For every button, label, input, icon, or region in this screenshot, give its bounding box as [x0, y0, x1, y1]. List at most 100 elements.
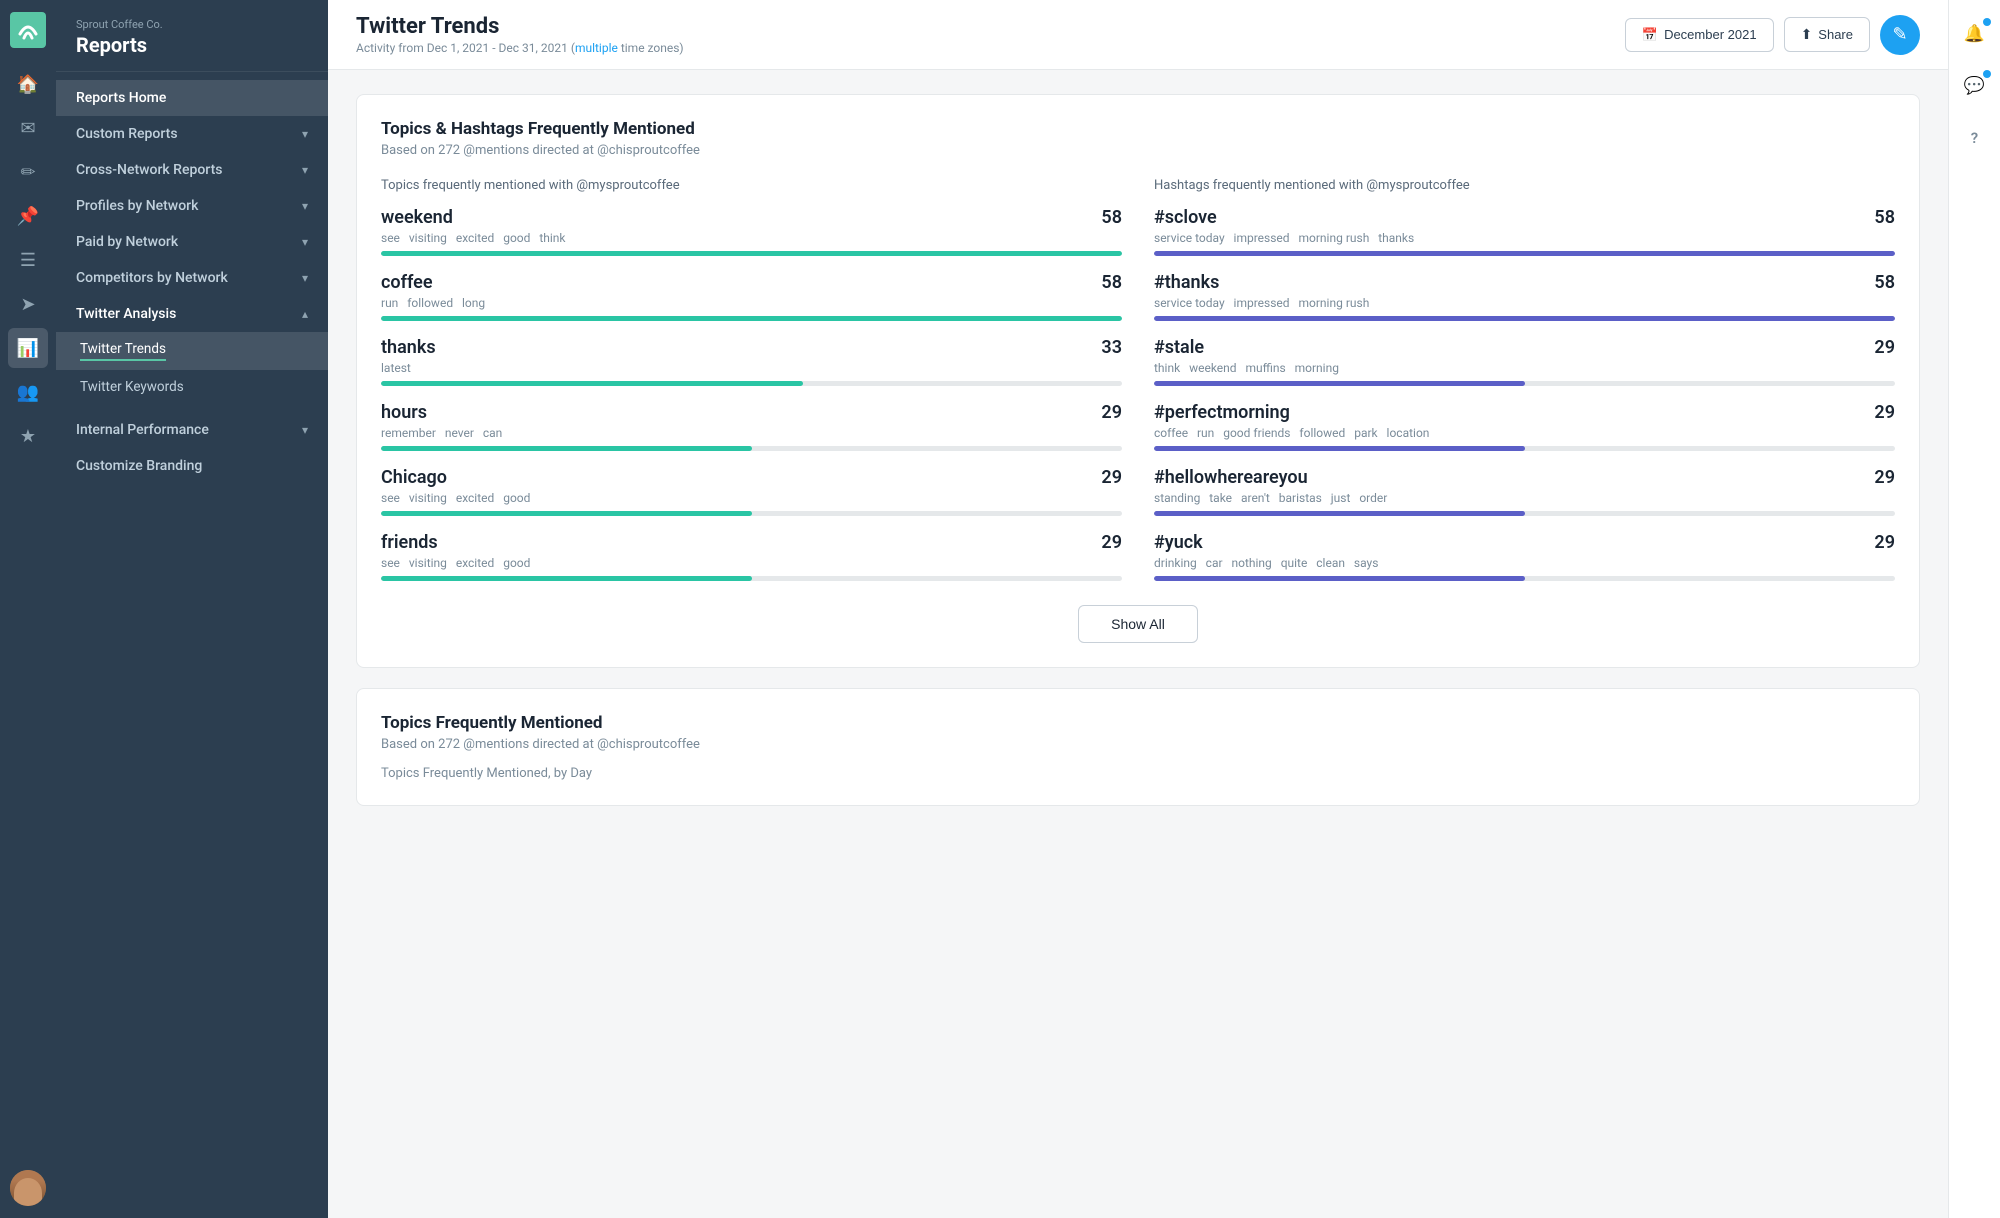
- sidebar-item-profiles-by-network-label: Profiles by Network: [76, 198, 198, 214]
- hashtag-tags: coffee run good friends followed park lo…: [1154, 426, 1895, 440]
- hashtag-tags: drinking car nothing quite clean says: [1154, 556, 1895, 570]
- icon-bar: 🏠 ✉ ✏ 📌 ☰ ➤ 📊 👥 ★: [0, 0, 56, 1218]
- hashtag-progress-fill: [1154, 576, 1525, 581]
- help-symbol: ?: [1971, 129, 1978, 147]
- topic-row: Chicago 29 see visiting excited good: [381, 467, 1122, 516]
- hashtag-name: #yuck: [1154, 532, 1203, 553]
- topic-progress-bar: [381, 511, 1122, 516]
- hashtag-progress-fill: [1154, 381, 1525, 386]
- topic-progress-fill: [381, 316, 1122, 321]
- hashtag-row: #hellowhereareyou 29 standing take aren'…: [1154, 467, 1895, 516]
- hashtag-name: #perfectmorning: [1154, 402, 1290, 423]
- sidebar-item-twitter-trends[interactable]: Twitter Trends: [56, 332, 328, 370]
- card1-title: Topics & Hashtags Frequently Mentioned: [381, 119, 1895, 139]
- messages-icon[interactable]: 💬: [1957, 68, 1993, 104]
- hashtag-row: #yuck 29 drinking car nothing quite clea…: [1154, 532, 1895, 581]
- chevron-icon: ▾: [302, 199, 308, 213]
- topic-count: 29: [1101, 467, 1122, 488]
- hashtag-progress-bar: [1154, 511, 1895, 516]
- top-bar-right: 📅 December 2021 ⬆ Share ✎: [1625, 15, 1920, 55]
- hashtag-name: #hellowhereareyou: [1154, 467, 1308, 488]
- chevron-icon: ▴: [302, 307, 308, 321]
- hashtag-progress-fill: [1154, 316, 1895, 321]
- topic-name: coffee: [381, 272, 433, 293]
- hashtag-row: #stale 29 think weekend muffins morning: [1154, 337, 1895, 386]
- share-button-label: Share: [1818, 27, 1853, 42]
- sidebar-item-paid-by-network-label: Paid by Network: [76, 234, 178, 250]
- topic-row: hours 29 remember never can: [381, 402, 1122, 451]
- topic-progress-fill: [381, 576, 752, 581]
- nav-icon-list[interactable]: ☰: [8, 240, 48, 280]
- edit-button[interactable]: ✎: [1880, 15, 1920, 55]
- nav-icon-send[interactable]: ➤: [8, 284, 48, 324]
- chevron-icon: ▾: [302, 235, 308, 249]
- sidebar-item-cross-network-label: Cross-Network Reports: [76, 162, 222, 178]
- hashtag-name: #stale: [1154, 337, 1204, 358]
- hashtag-tags: service today impressed morning rush tha…: [1154, 231, 1895, 245]
- hashtag-tags: service today impressed morning rush: [1154, 296, 1895, 310]
- nav-icon-chart[interactable]: 📊: [8, 328, 48, 368]
- sidebar-item-internal-performance[interactable]: Internal Performance ▾: [56, 412, 328, 448]
- topic-tags: see visiting excited good think: [381, 231, 1122, 245]
- notifications-icon[interactable]: 🔔: [1957, 16, 1993, 52]
- topics-col-header: Topics frequently mentioned with @myspro…: [381, 178, 1122, 193]
- sidebar-title: Reports: [76, 33, 308, 57]
- main-area: Twitter Trends Activity from Dec 1, 2021…: [328, 0, 1948, 1218]
- sidebar-item-twitter-analysis-label: Twitter Analysis: [76, 306, 176, 322]
- show-all-container: Show All: [381, 597, 1895, 643]
- sidebar-item-custom-reports-label: Custom Reports: [76, 126, 178, 142]
- nav-icon-people[interactable]: 👥: [8, 372, 48, 412]
- calendar-icon: 📅: [1642, 27, 1658, 43]
- hashtag-row: #thanks 58 service today impressed morni…: [1154, 272, 1895, 321]
- hashtag-count: 29: [1874, 402, 1895, 423]
- content-area: Topics & Hashtags Frequently Mentioned B…: [328, 70, 1948, 1218]
- topic-tags: run followed long: [381, 296, 1122, 310]
- topic-count: 29: [1101, 402, 1122, 423]
- sidebar-item-twitter-keywords[interactable]: Twitter Keywords: [56, 370, 328, 404]
- sidebar-item-twitter-keywords-label: Twitter Keywords: [80, 379, 184, 395]
- topic-tags: latest: [381, 361, 1122, 375]
- sidebar-item-reports-home-label: Reports Home: [76, 90, 166, 106]
- sidebar-item-competitors-by-network[interactable]: Competitors by Network ▾: [56, 260, 328, 296]
- edit-icon: ✎: [1892, 24, 1907, 45]
- hashtag-count: 58: [1874, 272, 1895, 293]
- topics-mentioned-card: Topics Frequently Mentioned Based on 272…: [356, 688, 1920, 806]
- topic-progress-fill: [381, 251, 1122, 256]
- nav-icon-pin[interactable]: 📌: [8, 196, 48, 236]
- topic-progress-bar: [381, 576, 1122, 581]
- subtitle-text: Activity from Dec 1, 2021 - Dec 31, 2021…: [356, 41, 575, 55]
- topic-tags: remember never can: [381, 426, 1122, 440]
- right-icon-bar: 🔔 💬 ?: [1948, 0, 2000, 1218]
- sidebar-company: Sprout Coffee Co.: [76, 18, 308, 31]
- nav-icon-compose[interactable]: ✏: [8, 152, 48, 192]
- topic-row: coffee 58 run followed long: [381, 272, 1122, 321]
- card2-subtitle: Based on 272 @mentions directed at @chis…: [381, 737, 1895, 752]
- hashtag-count: 58: [1874, 207, 1895, 228]
- sidebar-item-internal-performance-label: Internal Performance: [76, 422, 209, 438]
- topic-progress-fill: [381, 446, 752, 451]
- hashtag-progress-fill: [1154, 251, 1895, 256]
- nav-icon-inbox[interactable]: ✉: [8, 108, 48, 148]
- help-icon[interactable]: ?: [1957, 120, 1993, 156]
- page-title: Twitter Trends: [356, 14, 684, 39]
- sidebar-item-reports-home[interactable]: Reports Home: [56, 80, 328, 116]
- share-button[interactable]: ⬆ Share: [1784, 17, 1870, 52]
- sidebar-nav: Reports Home Custom Reports ▾ Cross-Netw…: [56, 72, 328, 492]
- topic-name: friends: [381, 532, 438, 553]
- sidebar-item-custom-reports[interactable]: Custom Reports ▾: [56, 116, 328, 152]
- hashtag-count: 29: [1874, 467, 1895, 488]
- multiple-timezones-link[interactable]: multiple: [575, 41, 618, 55]
- sidebar-item-customize-branding[interactable]: Customize Branding: [56, 448, 328, 484]
- user-avatar[interactable]: [10, 1170, 46, 1206]
- nav-icon-home[interactable]: 🏠: [8, 64, 48, 104]
- hashtag-count: 29: [1874, 337, 1895, 358]
- sidebar-item-twitter-analysis[interactable]: Twitter Analysis ▴: [56, 296, 328, 332]
- show-all-button[interactable]: Show All: [1078, 605, 1198, 643]
- topic-name: thanks: [381, 337, 436, 358]
- sidebar-item-cross-network[interactable]: Cross-Network Reports ▾: [56, 152, 328, 188]
- topic-name: hours: [381, 402, 427, 423]
- date-button[interactable]: 📅 December 2021: [1625, 18, 1774, 52]
- nav-icon-star[interactable]: ★: [8, 416, 48, 456]
- sidebar-item-paid-by-network[interactable]: Paid by Network ▾: [56, 224, 328, 260]
- sidebar-item-profiles-by-network[interactable]: Profiles by Network ▾: [56, 188, 328, 224]
